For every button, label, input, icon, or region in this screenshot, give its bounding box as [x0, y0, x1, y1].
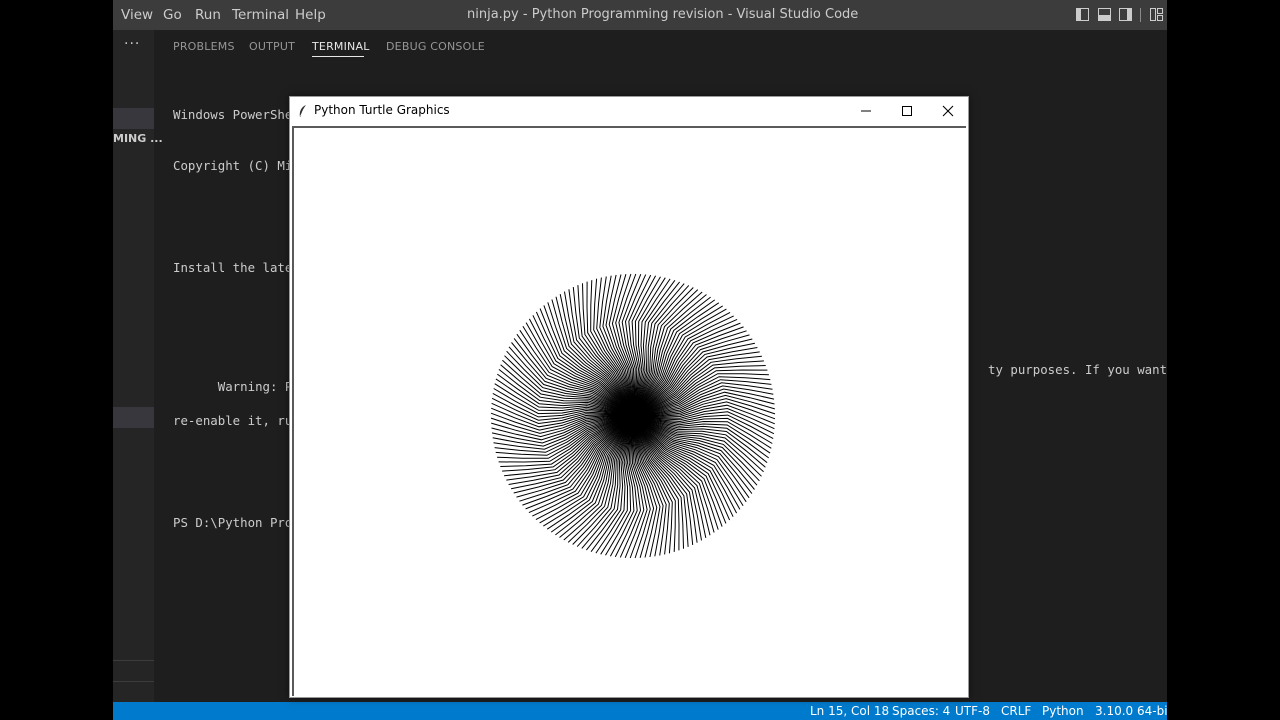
- terminal-line-right: ty purposes. If you want to: [988, 362, 1167, 377]
- tab-debug-console[interactable]: DEBUG CONSOLE: [386, 40, 485, 53]
- maximize-button[interactable]: [887, 97, 927, 125]
- customize-layout-icon[interactable]: [1150, 8, 1163, 21]
- window-title: ninja.py - Python Programming revision -…: [467, 7, 859, 22]
- sidebar-highlight-row[interactable]: [113, 407, 154, 428]
- toggle-secondary-sidebar-icon[interactable]: [1119, 8, 1132, 21]
- minimize-button[interactable]: [846, 97, 886, 125]
- title-divider: [1140, 8, 1141, 22]
- menu-terminal[interactable]: Terminal: [232, 7, 289, 23]
- turtle-canvas[interactable]: [292, 126, 966, 696]
- turtle-graphics-window: Python Turtle Graphics: [289, 96, 969, 698]
- more-actions-icon[interactable]: ···: [124, 36, 140, 52]
- status-cursor-position[interactable]: Ln 15, Col 18: [810, 704, 889, 718]
- toggle-panel-icon[interactable]: [1098, 8, 1111, 21]
- title-bar: View Go Run Terminal Help ninja.py - Pyt…: [113, 0, 1167, 30]
- status-eol[interactable]: CRLF: [1001, 704, 1031, 718]
- spiral-drawing: [490, 273, 776, 559]
- turtle-window-title: Python Turtle Graphics: [314, 103, 450, 117]
- status-interpreter[interactable]: 3.10.0 64-bit: [1095, 704, 1167, 718]
- toggle-primary-sidebar-icon[interactable]: [1076, 8, 1089, 21]
- status-encoding[interactable]: UTF-8: [955, 704, 990, 718]
- status-bar: Ln 15, Col 18 Spaces: 4 UTF-8 CRLF Pytho…: [113, 702, 1167, 720]
- tab-output[interactable]: OUTPUT: [249, 40, 295, 53]
- menu-view[interactable]: View: [121, 7, 153, 23]
- active-tab-indicator: [312, 56, 364, 57]
- status-language[interactable]: Python: [1042, 704, 1084, 718]
- status-indentation[interactable]: Spaces: 4: [892, 704, 950, 718]
- tab-terminal[interactable]: TERMINAL: [312, 40, 370, 53]
- menu-help[interactable]: Help: [295, 7, 326, 23]
- sidebar-section-label[interactable]: MING ...: [113, 132, 163, 145]
- menu-go[interactable]: Go: [163, 7, 182, 23]
- close-icon: [942, 105, 954, 117]
- minimize-icon: [861, 110, 871, 112]
- turtle-title-bar[interactable]: Python Turtle Graphics: [290, 97, 968, 125]
- menu-run[interactable]: Run: [195, 7, 221, 23]
- sidebar-divider: [113, 660, 154, 661]
- close-button[interactable]: [928, 97, 968, 125]
- maximize-icon: [902, 106, 912, 116]
- side-bar: MING ...: [113, 30, 163, 702]
- tab-problems[interactable]: PROBLEMS: [173, 40, 235, 53]
- sidebar-selected-row[interactable]: [113, 108, 154, 129]
- feather-icon: [298, 103, 308, 122]
- sidebar-divider: [113, 681, 154, 682]
